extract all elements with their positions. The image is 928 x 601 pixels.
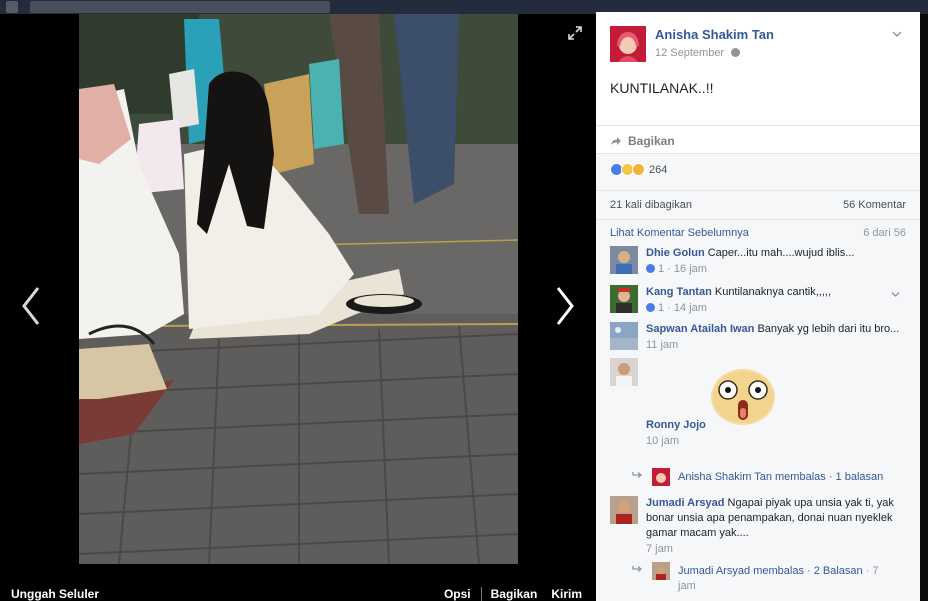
comment-meta: 11 jam (646, 338, 902, 353)
reply-author: Jumadi Arsyad membalas (678, 565, 804, 577)
comment-body: Ronny Jojo 10 jam (646, 358, 902, 449)
previous-comments-row: Lihat Komentar Sebelumnya 6 dari 56 (610, 227, 906, 239)
photo-footer-bar: Unggah Seluler Opsi Bagikan Kirim (0, 567, 596, 601)
comment-author[interactable]: Jumadi Arsyad (646, 497, 724, 509)
reply-author: Anisha Shakim Tan membalas (678, 471, 826, 483)
comment-meta: 1 · 14 jam (646, 301, 902, 316)
comment-like-count[interactable]: 1 (658, 263, 664, 275)
chevron-down-icon[interactable] (891, 291, 900, 298)
comment-body: Sapwan Atailah Iwan Banyak yg lebih dari… (646, 322, 902, 353)
share-count[interactable]: 21 kali dibagikan (610, 199, 692, 211)
comment-time[interactable]: 10 jam (646, 435, 679, 447)
author-name[interactable]: Anisha Shakim Tan (655, 27, 774, 42)
like-icon (646, 264, 655, 273)
avatar[interactable] (652, 468, 670, 486)
album-label[interactable]: Unggah Seluler (11, 587, 99, 601)
photo-stage: Unggah Seluler Opsi Bagikan Kirim (0, 14, 596, 601)
comment-text: Caper...itu mah....wujud iblis... (707, 247, 855, 259)
comment-like-count[interactable]: 1 (658, 302, 664, 314)
post-feedback: 264 21 kali dibagikan 56 Komentar Lihat … (596, 153, 920, 601)
chevron-down-icon[interactable] (892, 30, 902, 38)
chevron-right-icon[interactable] (552, 284, 578, 328)
haha-reaction-icon (632, 163, 645, 176)
expand-icon[interactable] (568, 26, 582, 40)
divider (480, 587, 482, 601)
reply-summary[interactable]: Jumadi Arsyad membalas · 2 Balasan · 7 j… (678, 564, 888, 594)
avatar[interactable] (610, 285, 638, 313)
comments-shown-count: 6 dari 56 (863, 227, 906, 239)
reply-arrow-icon (632, 566, 643, 572)
comment-author[interactable]: Ronny Jojo (646, 419, 706, 431)
view-previous-comments-link[interactable]: Lihat Komentar Sebelumnya (610, 227, 749, 239)
author-avatar[interactable] (610, 26, 646, 62)
post-photo[interactable] (79, 14, 518, 564)
avatar[interactable] (652, 562, 670, 580)
avatar[interactable] (610, 246, 638, 274)
post-header: Anisha Shakim Tan 12 September (596, 12, 920, 68)
shocked-face-sticker[interactable] (709, 364, 777, 428)
share-arrow-icon (611, 137, 621, 145)
avatar[interactable] (610, 322, 638, 350)
share-button[interactable]: Bagikan (610, 134, 675, 148)
reply-arrow-icon (632, 472, 643, 478)
post-date[interactable]: 12 September (655, 47, 741, 59)
comment-body: Kang Tantan Kuntilanaknya cantik,,,,, 1 … (646, 285, 902, 316)
comment-body: Jumadi Arsyad Ngapai piyak upa unsia yak… (646, 496, 902, 557)
reaction-count[interactable]: 264 (649, 164, 667, 176)
comment-body: Dhie Golun Caper...itu mah....wujud ibli… (646, 246, 902, 277)
like-icon (646, 303, 655, 312)
comment-count[interactable]: 56 Komentar (843, 199, 906, 211)
share-photo-button[interactable]: Bagikan (491, 587, 538, 601)
post-side-panel: Anisha Shakim Tan 12 September KUNTILANA… (596, 12, 920, 601)
comment-meta: 7 jam (646, 542, 902, 557)
post-actions-row: Bagikan (596, 125, 920, 155)
avatar[interactable] (610, 496, 638, 524)
search-input[interactable] (30, 1, 330, 13)
photo-actions: Opsi Bagikan Kirim (444, 587, 582, 601)
send-button[interactable]: Kirim (551, 587, 582, 601)
globe-icon (731, 48, 741, 57)
stats-row: 21 kali dibagikan 56 Komentar (596, 190, 920, 220)
comment-time[interactable]: 14 jam (674, 302, 707, 314)
reply-summary[interactable]: Anisha Shakim Tan membalas · 1 balasan (678, 470, 888, 485)
comment-meta: 1 · 16 jam (646, 262, 902, 277)
post-date-text[interactable]: 12 September (655, 47, 724, 59)
chevron-left-icon[interactable] (18, 284, 44, 328)
comment-text: Kuntilanaknya cantik,,,,, (714, 286, 832, 298)
comment-text: Banyak yg lebih dari itu bro... (757, 323, 900, 335)
post-text: KUNTILANAK..!! (610, 80, 714, 96)
comment-time[interactable]: 7 jam (646, 543, 673, 555)
facebook-logo-icon[interactable] (6, 1, 18, 13)
comment-time[interactable]: 11 jam (646, 339, 678, 351)
reply-count: 1 balasan (835, 471, 884, 483)
comment-author[interactable]: Dhie Golun (646, 247, 705, 259)
share-label: Bagikan (628, 134, 675, 148)
options-button[interactable]: Opsi (444, 587, 471, 601)
comment-time[interactable]: 16 jam (674, 263, 707, 275)
avatar[interactable] (610, 358, 638, 386)
reply-count: 2 Balasan (813, 565, 863, 577)
comment-meta: 10 jam (646, 434, 902, 449)
comment-author[interactable]: Kang Tantan (646, 286, 712, 298)
comment-author[interactable]: Sapwan Atailah Iwan (646, 323, 754, 335)
reactions-summary[interactable]: 264 (610, 163, 667, 176)
